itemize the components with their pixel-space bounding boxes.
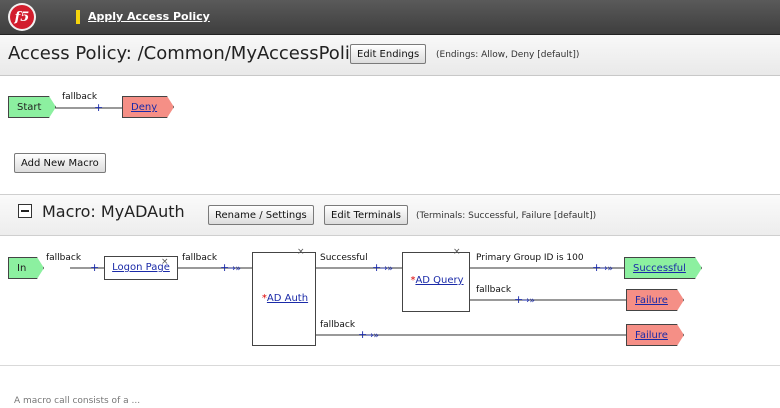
failure-link[interactable]: Failure: [635, 330, 668, 341]
fallback-label: fallback: [62, 92, 98, 102]
add-item-plus[interactable]: +: [94, 102, 103, 113]
failure-link[interactable]: Failure: [635, 295, 668, 306]
ad-query-link[interactable]: AD Query: [415, 275, 463, 286]
failure-terminal[interactable]: Failure: [626, 289, 684, 311]
remove-node-icon[interactable]: ×: [297, 247, 305, 257]
section-divider: [0, 365, 780, 366]
failure-terminal[interactable]: Failure: [626, 324, 684, 346]
start-terminal: Start: [8, 96, 56, 118]
add-item-plus[interactable]: +: [90, 262, 99, 273]
successful-branch-label: Successful: [320, 253, 368, 263]
edit-terminals-button[interactable]: Edit Terminals: [324, 205, 409, 225]
remove-node-icon[interactable]: ×: [161, 251, 169, 273]
logon-page-node[interactable]: × Logon Page: [104, 256, 178, 280]
arrow-icon: →»: [522, 296, 536, 306]
primary-group-branch-label: Primary Group ID is 100: [476, 253, 584, 263]
arrow-icon: →»: [600, 264, 614, 274]
in-label: In: [17, 263, 27, 274]
successful-terminal[interactable]: Successful: [624, 257, 702, 279]
ad-auth-node[interactable]: × *AD Auth: [252, 247, 316, 346]
successful-link[interactable]: Successful: [633, 263, 686, 274]
arrow-icon: →»: [366, 331, 380, 341]
in-terminal: In: [8, 257, 44, 279]
arrow-icon: →»: [228, 264, 242, 274]
ad-auth-link[interactable]: AD Auth: [267, 293, 308, 304]
rename-settings-button[interactable]: Rename / Settings: [208, 205, 314, 225]
macro-title: Macro: MyADAuth: [42, 202, 185, 221]
fallback-label: fallback: [46, 253, 82, 263]
add-new-macro-button[interactable]: Add New Macro: [14, 153, 106, 173]
deny-link[interactable]: Deny: [131, 102, 157, 113]
collapse-macro-icon[interactable]: [18, 204, 32, 218]
remove-node-icon[interactable]: ×: [453, 247, 461, 257]
fallback-label: fallback: [182, 253, 218, 263]
fallback-label: fallback: [320, 320, 356, 330]
deny-ending[interactable]: Deny: [122, 96, 174, 118]
arrow-icon: →»: [380, 264, 394, 274]
start-label: Start: [17, 102, 42, 113]
terminals-note: (Terminals: Successful, Failure [default…: [416, 211, 597, 221]
fallback-label: fallback: [476, 285, 512, 295]
footer-text: A macro call consists of a ...: [14, 396, 141, 406]
ad-query-node[interactable]: × *AD Query: [402, 247, 470, 312]
